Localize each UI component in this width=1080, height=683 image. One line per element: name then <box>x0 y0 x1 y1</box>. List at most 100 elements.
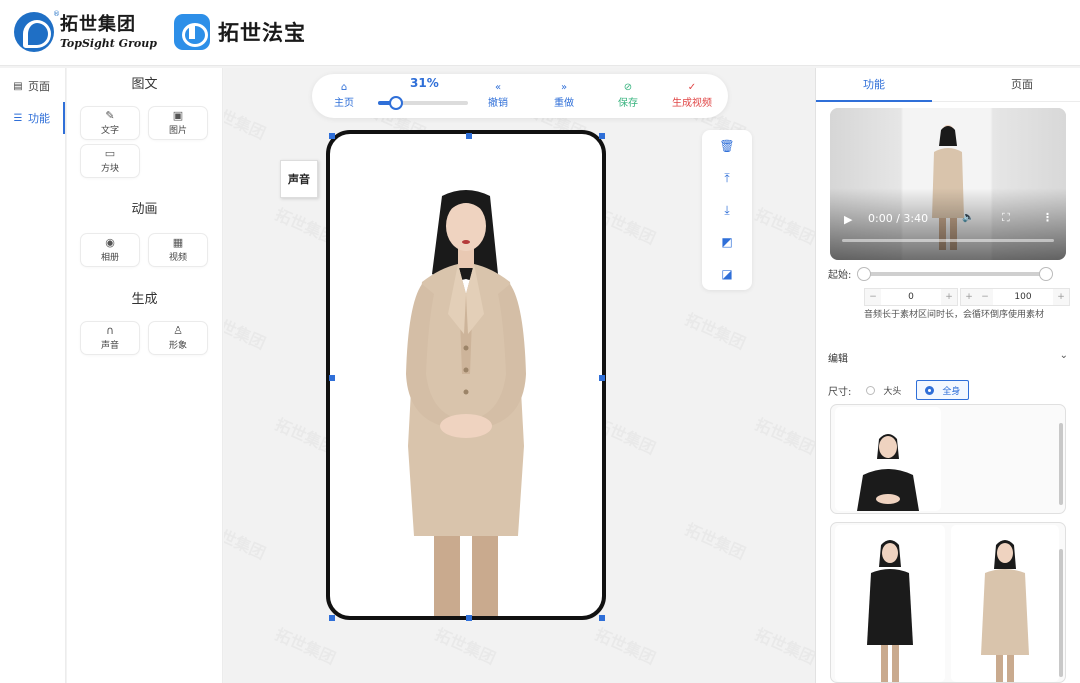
tool-album-button[interactable]: ◉ 相册 <box>80 233 140 267</box>
resize-handle[interactable] <box>466 133 472 139</box>
range-start-input[interactable]: 0 <box>881 289 941 305</box>
size-option-full-body[interactable]: 全身 <box>916 380 970 400</box>
bring-up-icon[interactable]: ⤒ <box>719 170 735 186</box>
size-option-label: 大头 <box>883 386 902 397</box>
layer-toolbar: 🗑 ⤒ ⤓ ◩ ◪ <box>702 130 752 290</box>
chevron-down-icon[interactable]: ⌄ <box>1060 350 1068 361</box>
resize-handle[interactable] <box>599 133 605 139</box>
watermark: 拓世集团 <box>752 411 815 459</box>
size-option-head[interactable]: 大头 <box>857 380 910 400</box>
tool-label: 形象 <box>168 341 187 351</box>
range-slider[interactable] <box>857 267 1053 281</box>
undo-button[interactable]: « 撤销 <box>488 82 508 109</box>
camera-icon: ◉ <box>105 236 115 249</box>
range-start-stepper: − 0 + <box>864 288 958 306</box>
range-end-input[interactable]: 100 <box>993 289 1053 305</box>
block-icon: ▭ <box>104 147 116 160</box>
digital-human-figure[interactable] <box>330 134 602 616</box>
increment-button[interactable]: + <box>961 289 977 305</box>
resize-handle[interactable] <box>329 375 335 381</box>
loop-hint-text: 音频长于素材区间时长，会循环倒序使用素材 <box>864 310 1045 320</box>
section-title-text-graphics: 图文 <box>131 77 158 92</box>
tool-image-button[interactable]: ▣ 图片 <box>148 106 208 140</box>
tool-block-button[interactable]: ▭ 方块 <box>80 144 140 178</box>
watermark: 拓世集团 <box>272 621 340 669</box>
increment-button[interactable]: + <box>1053 289 1069 305</box>
tool-label: 文字 <box>100 126 119 136</box>
watermark: 拓世集团 <box>224 306 270 354</box>
fullscreen-icon[interactable]: ⛶ <box>1002 211 1010 225</box>
increment-button[interactable]: + <box>941 289 957 305</box>
redo-button[interactable]: » 重做 <box>554 82 574 109</box>
check-icon: ✓ <box>687 82 697 93</box>
sound-element[interactable]: 声音 <box>280 160 318 198</box>
save-button[interactable]: ⊘ 保存 <box>618 82 638 109</box>
volume-icon[interactable]: 🔈 <box>962 212 974 223</box>
decrement-button[interactable]: − <box>865 289 881 305</box>
group-logo: ® 拓世集团 TopSight Group <box>14 10 157 52</box>
avatar-thumbnail[interactable] <box>835 407 941 511</box>
watermark: 拓世集团 <box>224 96 270 144</box>
size-label: 尺寸: <box>828 386 852 398</box>
play-icon[interactable]: ▶ <box>844 213 852 226</box>
home-label: 主页 <box>334 98 354 109</box>
send-back-icon[interactable]: ◪ <box>719 266 735 282</box>
video-progress-bar[interactable] <box>842 239 1054 242</box>
video-stage[interactable] <box>326 130 606 620</box>
tab-function[interactable]: 功能 <box>816 68 932 102</box>
edit-section-header[interactable]: 编辑 ⌄ <box>828 350 1068 368</box>
tool-text-button[interactable]: ✎ 文字 <box>80 106 140 140</box>
watermark: 拓世集团 <box>682 306 750 354</box>
decrement-button[interactable]: − <box>977 289 993 305</box>
avatar-thumbnail[interactable] <box>951 525 1059 682</box>
avatar-image <box>857 434 919 511</box>
home-button[interactable]: ⌂ 主页 <box>334 82 354 109</box>
nav-item-function[interactable]: ☰ 功能 <box>0 102 65 134</box>
tab-page[interactable]: 页面 <box>964 68 1080 102</box>
radio-selected-icon <box>925 385 935 395</box>
resize-handle[interactable] <box>329 133 335 139</box>
scrollbar[interactable] <box>1059 549 1063 677</box>
range-start-thumb[interactable] <box>857 267 871 281</box>
watermark: 拓世集团 <box>224 516 270 564</box>
nav-item-label: 页面 <box>28 80 50 93</box>
send-down-icon[interactable]: ⤓ <box>719 202 735 218</box>
avatar-thumbnail[interactable] <box>835 525 945 682</box>
range-start-label: 起始: <box>828 270 852 281</box>
video-controls-shade <box>830 188 1066 260</box>
size-option-label: 全身 <box>942 386 961 397</box>
check-circle-icon: ⊘ <box>623 82 633 93</box>
image-icon: ▣ <box>172 109 184 122</box>
nav-item-page[interactable]: ▤ 页面 <box>0 70 65 102</box>
trash-icon[interactable]: 🗑 <box>719 138 735 154</box>
watermark: 拓世集团 <box>592 621 660 669</box>
app-logo: 拓世法宝 <box>174 14 306 50</box>
bring-front-icon[interactable]: ◩ <box>719 234 735 250</box>
tool-label: 声音 <box>100 341 119 351</box>
tool-label: 视频 <box>168 253 187 263</box>
resize-handle[interactable] <box>599 615 605 621</box>
scrollbar[interactable] <box>1059 423 1063 505</box>
resize-handle[interactable] <box>599 375 605 381</box>
canvas-area[interactable]: 拓世集团拓世集团拓世集团拓世集团拓世集团拓世集团拓世集团拓世集团拓世集团拓世集团… <box>224 68 815 683</box>
range-end-thumb[interactable] <box>1039 267 1053 281</box>
tool-sound-button[interactable]: ∩ 声音 <box>80 321 140 355</box>
tool-avatar-button[interactable]: ♙ 形象 <box>148 321 208 355</box>
radio-icon <box>866 385 876 395</box>
tool-video-button[interactable]: ▦ 视频 <box>148 233 208 267</box>
zoom-slider-thumb[interactable] <box>389 96 403 110</box>
generate-video-button[interactable]: ✓ 生成视频 <box>672 82 712 109</box>
topsight-logo-icon: ® <box>14 10 60 52</box>
nav-item-label: 功能 <box>28 112 50 125</box>
app-header: ® 拓世集团 TopSight Group 拓世法宝 <box>0 0 1080 66</box>
zoom-slider[interactable] <box>378 96 468 110</box>
resize-handle[interactable] <box>329 615 335 621</box>
save-label: 保存 <box>618 98 638 109</box>
right-panel-tabs: 功能 页面 <box>816 68 1080 102</box>
tool-panel: 图文 ✎ 文字 ▣ 图片 ▭ 方块 动画 ◉ 相册 ▦ 视频 生成 ∩ 声音 ♙… <box>67 68 223 683</box>
avatar-list-head <box>830 404 1066 514</box>
edit-text-icon: ✎ <box>105 109 115 122</box>
audio-video-player[interactable]: ▶ 0:00 / 3:40 🔈 ⛶ ⋮ <box>830 108 1066 260</box>
more-options-icon[interactable]: ⋮ <box>1042 211 1053 224</box>
resize-handle[interactable] <box>466 615 472 621</box>
